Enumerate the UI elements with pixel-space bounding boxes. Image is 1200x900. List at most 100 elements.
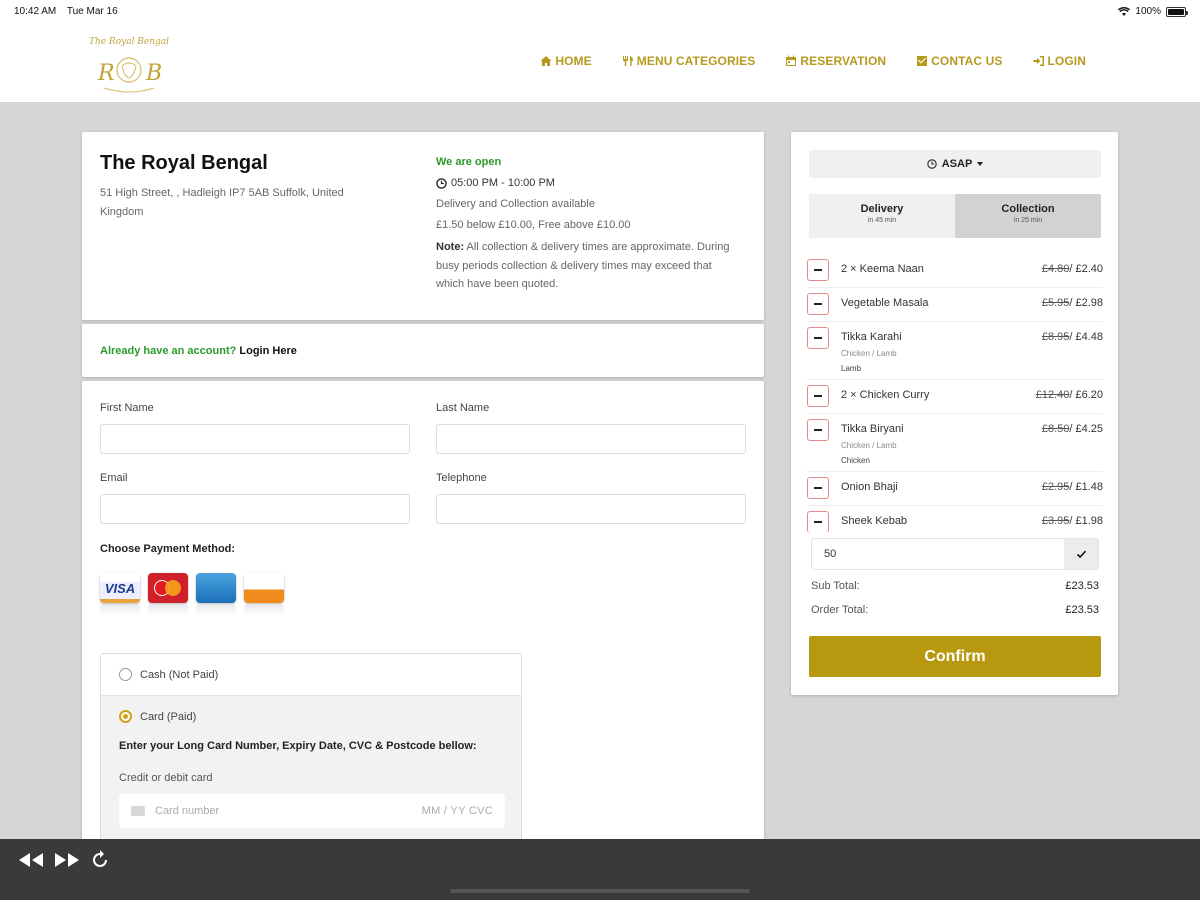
card-icon <box>131 806 145 816</box>
service-text: Delivery and Collection available <box>436 198 595 210</box>
order-items-list[interactable]: 2 × Keema Naan £4.80/ £2.40 Vegetable Ma… <box>807 254 1103 532</box>
restaurant-hours-info: We are open 05:00 PM - 10:00 PM Delivery… <box>436 152 736 294</box>
last-name-label: Last Name <box>436 402 490 414</box>
nav-reservation[interactable]: RESERVATION <box>785 54 886 68</box>
item-name: Vegetable Masala <box>841 297 929 309</box>
remove-item-button[interactable] <box>807 419 829 441</box>
status-right: 100% <box>1118 6 1188 17</box>
nav-reservation-label: RESERVATION <box>800 54 887 68</box>
collection-time: in 25 min <box>1013 217 1043 224</box>
item-name: Tikka Karahi <box>841 331 902 343</box>
checkout-form-card: First Name Last Name Email Telephone Cho… <box>82 381 764 853</box>
home-icon <box>540 56 552 66</box>
first-name-input[interactable] <box>100 424 410 454</box>
coupon-field <box>811 538 1099 570</box>
caret-down-icon <box>977 162 984 166</box>
clock-icon <box>436 178 447 189</box>
back-icon[interactable] <box>18 850 44 870</box>
card-number-placeholder: Card number <box>155 805 220 817</box>
battery-icon <box>1166 6 1188 17</box>
battery-percent: 100% <box>1135 6 1161 17</box>
item-price: £8.95/ £4.48 <box>1041 331 1103 343</box>
order-total-row: Order Total: £23.53 <box>811 604 1099 616</box>
order-item: Sheek Kebab £3.95/ £1.98 <box>807 506 1103 532</box>
contact-icon <box>917 56 928 66</box>
order-type-toggle: Delivery in 45 min Collection in 25 min <box>809 194 1101 238</box>
order-item: 2 × Keema Naan £4.80/ £2.40 <box>807 254 1103 288</box>
delivery-option[interactable]: Delivery in 45 min <box>809 194 955 238</box>
order-item: Onion Bhaji £2.95/ £1.48 <box>807 472 1103 506</box>
remove-item-button[interactable] <box>807 327 829 349</box>
expiry-cvc-placeholder: MM / YY CVC <box>421 805 493 817</box>
logo-monogram-left: R <box>97 61 115 86</box>
order-item: 2 × Chicken Curry £12.40/ £6.20 <box>807 380 1103 414</box>
main-nav: HOME MENU CATEGORIES RESERVATION CONTAC … <box>540 54 1086 68</box>
confirm-button[interactable]: Confirm <box>809 636 1101 677</box>
last-name-input[interactable] <box>436 424 746 454</box>
nav-login[interactable]: LOGIN <box>1033 54 1087 68</box>
email-input[interactable] <box>100 494 410 524</box>
cash-option[interactable]: Cash (Not Paid) <box>101 654 521 696</box>
nav-contact[interactable]: CONTAC US <box>916 54 1002 68</box>
remove-item-button[interactable] <box>807 293 829 315</box>
opening-hours: 05:00 PM - 10:00 PM <box>436 173 736 194</box>
forward-icon[interactable] <box>54 850 80 870</box>
browser-toolbar <box>0 839 1200 900</box>
remove-item-button[interactable] <box>807 385 829 407</box>
remove-item-button[interactable] <box>807 259 829 281</box>
collection-option[interactable]: Collection in 25 min <box>955 194 1101 238</box>
item-price: £2.95/ £1.48 <box>1041 481 1103 493</box>
item-selected-option: Lamb <box>841 364 862 373</box>
card-option[interactable]: Card (Paid) <box>119 710 196 723</box>
calendar-icon <box>786 55 797 66</box>
royal-bengal-logo[interactable]: The Royal Bengal R B <box>84 30 174 96</box>
item-price: £5.95/ £2.98 <box>1041 297 1103 309</box>
order-item: Tikka Biryani Chicken / Lamb Chicken £8.… <box>807 414 1103 472</box>
telephone-input[interactable] <box>436 494 746 524</box>
delivery-fee-text: £1.50 below £10.00, Free above £10.00 <box>436 219 631 231</box>
card-radio[interactable] <box>119 710 132 723</box>
login-here-link[interactable]: Login Here <box>239 345 296 357</box>
apply-coupon-button[interactable] <box>1064 539 1098 569</box>
order-summary-card: ASAP Delivery in 45 min Collection in 25… <box>791 132 1118 695</box>
check-icon <box>1076 550 1086 558</box>
subtotal-row: Sub Total: £23.53 <box>811 580 1099 592</box>
clock-icon <box>927 159 937 169</box>
nav-home-label: HOME <box>555 54 592 68</box>
cash-radio[interactable] <box>119 668 132 681</box>
restaurant-info-card: The Royal Bengal 51 High Street, , Hadle… <box>82 132 764 320</box>
order-item: Tikka Karahi Chicken / Lamb Lamb £8.95/ … <box>807 322 1103 380</box>
reload-icon[interactable] <box>90 850 110 870</box>
card-instructions: Enter your Long Card Number, Expiry Date… <box>119 740 477 752</box>
remove-item-button[interactable] <box>807 477 829 499</box>
item-price: £3.95/ £1.98 <box>1041 515 1103 527</box>
restaurant-address: 51 High Street, , Hadleigh IP7 5AB Suffo… <box>100 187 344 218</box>
card-logos: VISA <box>100 573 284 603</box>
logo-monogram-right: B <box>145 61 162 86</box>
nav-login-label: LOGIN <box>1047 54 1086 68</box>
coupon-input[interactable] <box>812 539 1064 569</box>
item-options: Chicken / Lamb <box>841 441 897 450</box>
telephone-label: Telephone <box>436 472 487 484</box>
wifi-icon <box>1118 7 1131 16</box>
payment-method-title: Choose Payment Method: <box>100 543 236 555</box>
order-total-label: Order Total: <box>811 604 869 616</box>
email-label: Email <box>100 472 128 484</box>
status-bar: 10:42 AM Tue Mar 16 100% <box>0 0 1200 22</box>
item-selected-option: Chicken <box>841 456 870 465</box>
nav-menu-categories[interactable]: MENU CATEGORIES <box>622 54 756 68</box>
item-price: £8.50/ £4.25 <box>1041 423 1103 435</box>
payment-options: Cash (Not Paid) Card (Paid) Enter your L… <box>100 653 522 853</box>
mastercard-logo <box>148 573 188 603</box>
order-time-dropdown[interactable]: ASAP <box>809 150 1101 178</box>
item-name: 2 × Keema Naan <box>841 263 924 275</box>
site-header: The Royal Bengal R B HOME MENU CATEGORIE… <box>0 22 1200 102</box>
item-name: Tikka Biryani <box>841 423 904 435</box>
order-time-label: ASAP <box>941 158 973 170</box>
card-number-input[interactable]: Card number MM / YY CVC <box>119 794 505 828</box>
nav-home[interactable]: HOME <box>540 54 592 68</box>
first-name-label: First Name <box>100 402 154 414</box>
note-text: All collection & delivery times are appr… <box>436 241 730 290</box>
login-prompt: Already have an account? Login Here <box>100 345 297 357</box>
remove-item-button[interactable] <box>807 511 829 532</box>
